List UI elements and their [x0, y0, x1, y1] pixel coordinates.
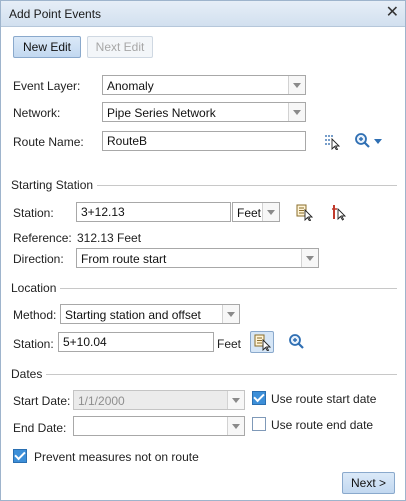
prevent-measures-label: Prevent measures not on route [34, 450, 199, 464]
station-units-select[interactable]: Feet [232, 202, 280, 222]
location-select-icon[interactable] [250, 331, 274, 353]
station-pick-icon[interactable] [329, 202, 349, 222]
prevent-measures-checkbox[interactable] [13, 449, 27, 463]
start-date-picker[interactable]: 1/1/2000 [73, 390, 245, 410]
method-select[interactable]: Starting station and offset [60, 304, 240, 324]
end-date-picker[interactable] [73, 416, 245, 436]
event-layer-label: Event Layer: [13, 79, 81, 93]
event-layer-select[interactable]: Anomaly [102, 75, 306, 95]
close-icon[interactable]: ✕ [386, 5, 399, 21]
method-label: Method: [13, 308, 57, 322]
chevron-down-icon [222, 305, 239, 323]
add-point-events-panel: Add Point Events ✕ New Edit Next Edit Ev… [0, 0, 406, 501]
dates-section: Dates [11, 367, 397, 381]
next-button[interactable]: Next > [342, 472, 395, 494]
end-date-label: End Date: [13, 421, 67, 435]
station-select-icon[interactable] [294, 202, 314, 222]
use-route-start-label: Use route start date [271, 392, 377, 406]
route-select-icon[interactable] [321, 131, 341, 151]
next-edit-button[interactable]: Next Edit [87, 36, 153, 58]
use-route-end-checkbox[interactable] [252, 417, 266, 431]
location-station-label: Station: [13, 337, 54, 351]
route-name-input[interactable]: RouteB [102, 131, 306, 151]
direction-select[interactable]: From route start [76, 248, 319, 268]
starting-station-label: Station: [13, 206, 54, 220]
chevron-down-icon [227, 391, 244, 409]
direction-label: Direction: [13, 252, 64, 266]
panel-title: Add Point Events [9, 7, 102, 21]
location-units-label: Feet [217, 337, 242, 351]
location-zoom-icon[interactable] [287, 332, 307, 352]
title-bar: Add Point Events ✕ [1, 1, 405, 27]
location-station-input[interactable]: 5+10.04 [58, 332, 214, 352]
starting-station-input[interactable]: 3+12.13 [76, 202, 231, 222]
reference-label: Reference: [13, 231, 72, 245]
network-label: Network: [13, 106, 61, 120]
use-route-start-checkbox[interactable] [252, 391, 266, 405]
chevron-down-icon [262, 203, 279, 221]
reference-value: 312.13 Feet [77, 231, 142, 245]
chevron-down-icon [288, 103, 305, 121]
chevron-down-icon [301, 249, 318, 267]
start-date-label: Start Date: [13, 394, 71, 408]
location-section: Location [11, 281, 397, 295]
chevron-down-icon [227, 417, 244, 435]
route-name-label: Route Name: [13, 135, 84, 149]
new-edit-button[interactable]: New Edit [13, 36, 81, 58]
network-select[interactable]: Pipe Series Network [102, 102, 306, 122]
chevron-down-icon [288, 76, 305, 94]
zoom-icon[interactable] [353, 131, 385, 151]
starting-station-section: Starting Station [11, 178, 397, 192]
use-route-end-label: Use route end date [271, 418, 374, 432]
